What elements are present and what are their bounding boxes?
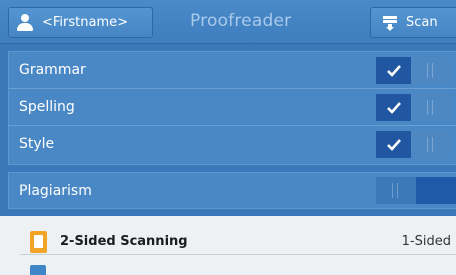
setting-label: Plagiarism	[19, 183, 92, 199]
scanner-icon	[383, 15, 397, 31]
settings-panel: Grammar Spelling Style	[8, 51, 456, 165]
setting-row-spelling[interactable]: Spelling	[9, 89, 456, 126]
checkmark-icon	[376, 57, 411, 84]
scan-label: Scan	[406, 15, 438, 30]
toggle-knob	[411, 131, 451, 158]
plagiarism-toggle[interactable]	[376, 177, 456, 204]
checkmark-icon	[376, 94, 411, 121]
app-title: Proofreader	[190, 11, 292, 31]
toggle-knob	[411, 94, 451, 121]
toggle-knob	[376, 177, 416, 204]
divider	[20, 254, 456, 255]
top-bar: <Firstname> Proofreader Scan	[0, 0, 456, 44]
setting-row-grammar[interactable]: Grammar	[9, 52, 456, 89]
grammar-toggle[interactable]	[376, 57, 456, 84]
next-option-icon	[30, 265, 46, 275]
setting-label: Grammar	[19, 62, 86, 78]
checkmark-icon	[376, 131, 411, 158]
scan-option-name: 2-Sided Scanning	[60, 234, 188, 249]
user-icon	[16, 13, 34, 32]
scan-option-row[interactable]: 2-Sided Scanning 1-Sided	[20, 230, 456, 260]
user-name-label: <Firstname>	[42, 15, 129, 30]
setting-row-plagiarism[interactable]: Plagiarism	[8, 172, 456, 209]
scan-option-value: 1-Sided	[401, 234, 451, 249]
spelling-toggle[interactable]	[376, 94, 456, 121]
setting-label: Spelling	[19, 99, 75, 115]
document-icon	[30, 231, 47, 253]
toggle-knob	[411, 57, 451, 84]
scan-options-panel: 2-Sided Scanning 1-Sided	[0, 216, 456, 275]
setting-row-style[interactable]: Style	[9, 126, 456, 163]
scan-button[interactable]: Scan	[370, 7, 456, 38]
style-toggle[interactable]	[376, 131, 456, 158]
user-button[interactable]: <Firstname>	[8, 7, 153, 38]
setting-label: Style	[19, 136, 55, 152]
toggle-track	[416, 177, 456, 204]
